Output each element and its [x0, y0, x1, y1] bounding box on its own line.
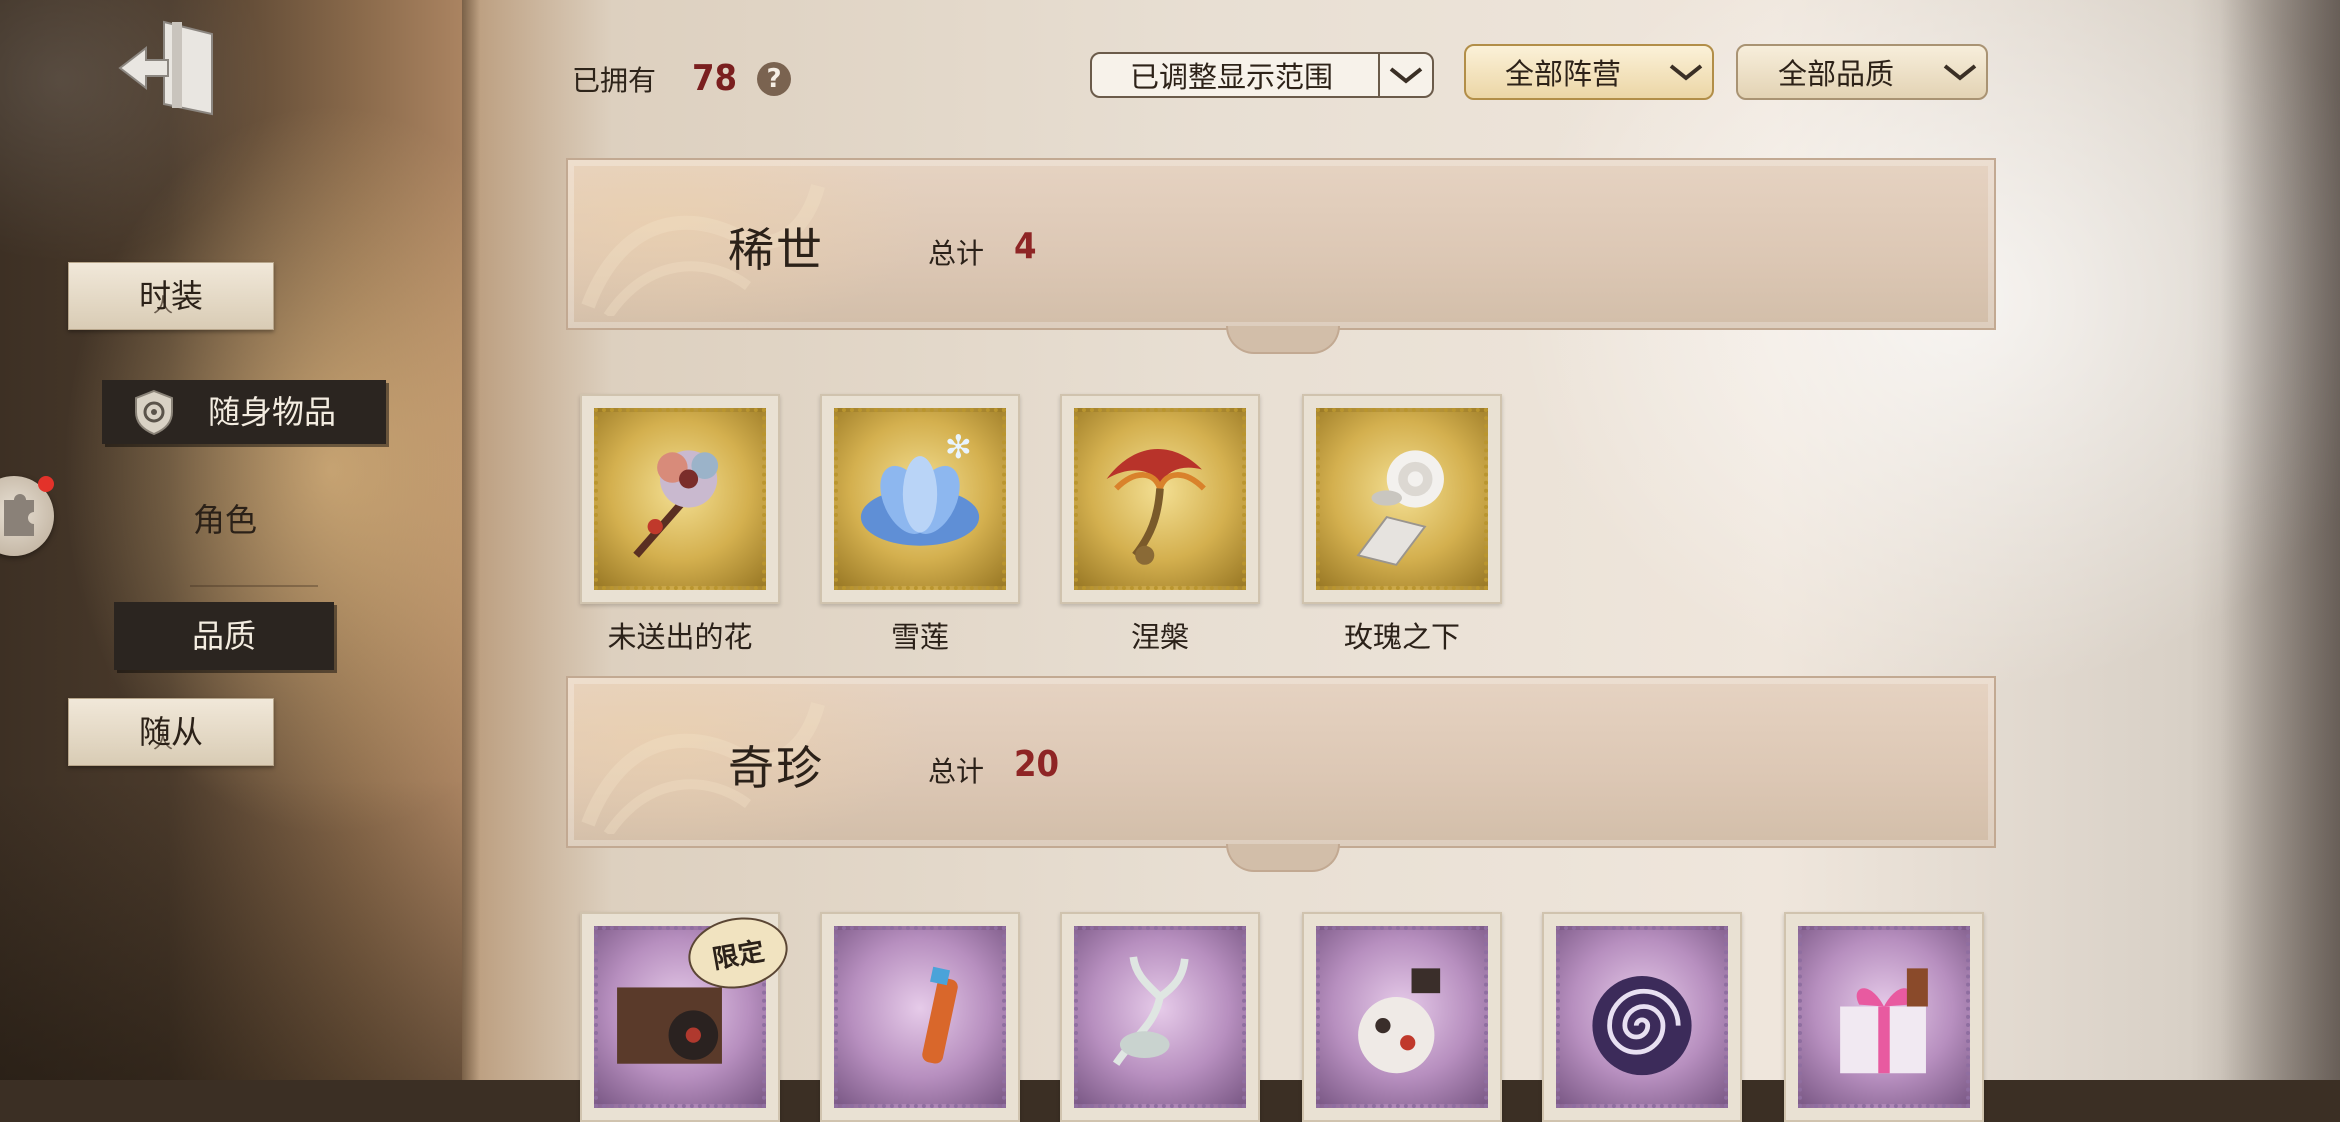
- spiral-icon: [1592, 976, 1692, 1076]
- snow-lotus-icon: ✻: [860, 428, 980, 546]
- flower-branch-icon: [633, 450, 719, 558]
- section-banner-treasure: 奇珍 总计 20: [566, 676, 1996, 872]
- item-card[interactable]: [1060, 912, 1260, 1122]
- gift-box-icon: [1840, 968, 1928, 1074]
- chevron-down-icon: [1378, 54, 1432, 96]
- quality-dropdown[interactable]: 全部品质: [1736, 44, 1988, 100]
- camp-dropdown[interactable]: 全部阵营: [1464, 44, 1714, 100]
- section-title: 奇珍: [728, 741, 824, 795]
- paper-shadow: [462, 0, 480, 1080]
- item-card[interactable]: [1302, 912, 1502, 1122]
- section-total-label: 总计: [928, 237, 985, 270]
- item-stamp: ✻: [820, 394, 1020, 604]
- shield-icon: [130, 388, 178, 436]
- item-card[interactable]: 限定: [580, 909, 794, 1122]
- owned-summary: 已拥有 78 ?: [572, 58, 792, 99]
- white-rose-icon: [1356, 450, 1444, 566]
- item-card[interactable]: 涅槃: [1060, 394, 1260, 656]
- camp-dropdown-value: 全部阵营: [1504, 57, 1621, 91]
- section-title: 稀世: [728, 223, 824, 277]
- item-stamp: [1784, 912, 1984, 1122]
- section-total-count: 4: [1014, 226, 1037, 267]
- item-stamp: [580, 394, 780, 604]
- phoenix-icon: [1106, 449, 1206, 565]
- range-dropdown[interactable]: 已调整显示范围: [1090, 52, 1434, 98]
- item-card[interactable]: [820, 912, 1020, 1122]
- item-card[interactable]: 未送出的花: [580, 394, 780, 656]
- item-stamp: [1302, 912, 1502, 1122]
- exit-door-icon: [118, 20, 213, 116]
- antler-icon: [1112, 956, 1189, 1066]
- snow-globe-icon: [1358, 968, 1441, 1074]
- bottle-icon: [922, 966, 958, 1064]
- sidebar-item-label: 角色: [192, 501, 257, 539]
- owned-label: 已拥有: [572, 63, 657, 97]
- item-stamp: [1060, 912, 1260, 1122]
- item-name: 雪莲: [890, 620, 949, 654]
- sidebar-item-label: 时装: [138, 277, 203, 315]
- svg-text:✻: ✻: [945, 428, 972, 466]
- sidebar-divider: [190, 585, 318, 587]
- chevron-down-icon: [1934, 46, 1986, 98]
- chevron-down-icon: [1660, 46, 1712, 98]
- sidebar-item-label: 随身物品: [207, 393, 336, 431]
- item-stamp: [1060, 394, 1260, 604]
- item-stamp: [1302, 394, 1502, 604]
- section-banner-rare: 稀世 总计 4: [566, 158, 1996, 354]
- range-dropdown-value: 已调整显示范围: [1130, 60, 1334, 94]
- item-name: 玫瑰之下: [1343, 620, 1460, 654]
- quality-dropdown-value: 全部品质: [1777, 57, 1894, 91]
- sidebar-item-costume[interactable]: 人 时装: [68, 262, 274, 330]
- owned-count: 78: [692, 58, 738, 99]
- item-name: 未送出的花: [607, 620, 753, 654]
- sidebar-item-label: 随从: [138, 713, 203, 751]
- item-card[interactable]: ✻ 雪莲: [820, 394, 1020, 656]
- item-card[interactable]: 玫瑰之下: [1302, 394, 1502, 656]
- edge-shadow: [2220, 0, 2340, 1080]
- item-stamp: [1542, 912, 1742, 1122]
- item-stamp: [820, 912, 1020, 1122]
- help-icon[interactable]: ?: [757, 61, 792, 96]
- item-name: 涅槃: [1130, 620, 1189, 654]
- item-card[interactable]: [1784, 912, 1984, 1122]
- sidebar-item-quality[interactable]: 品质: [114, 602, 334, 670]
- sidebar-item-follower[interactable]: 人 随从: [68, 698, 274, 766]
- exit-button[interactable]: [112, 14, 222, 124]
- item-card[interactable]: [1542, 912, 1742, 1122]
- sidebar-item-character[interactable]: 角色: [150, 504, 300, 554]
- notification-dot: [38, 476, 54, 492]
- section-total-label: 总计: [928, 755, 985, 788]
- section-total-count: 20: [1014, 744, 1060, 785]
- sidebar-item-label: 品质: [191, 617, 256, 655]
- sidebar-item-accessories[interactable]: 随身物品: [102, 380, 386, 444]
